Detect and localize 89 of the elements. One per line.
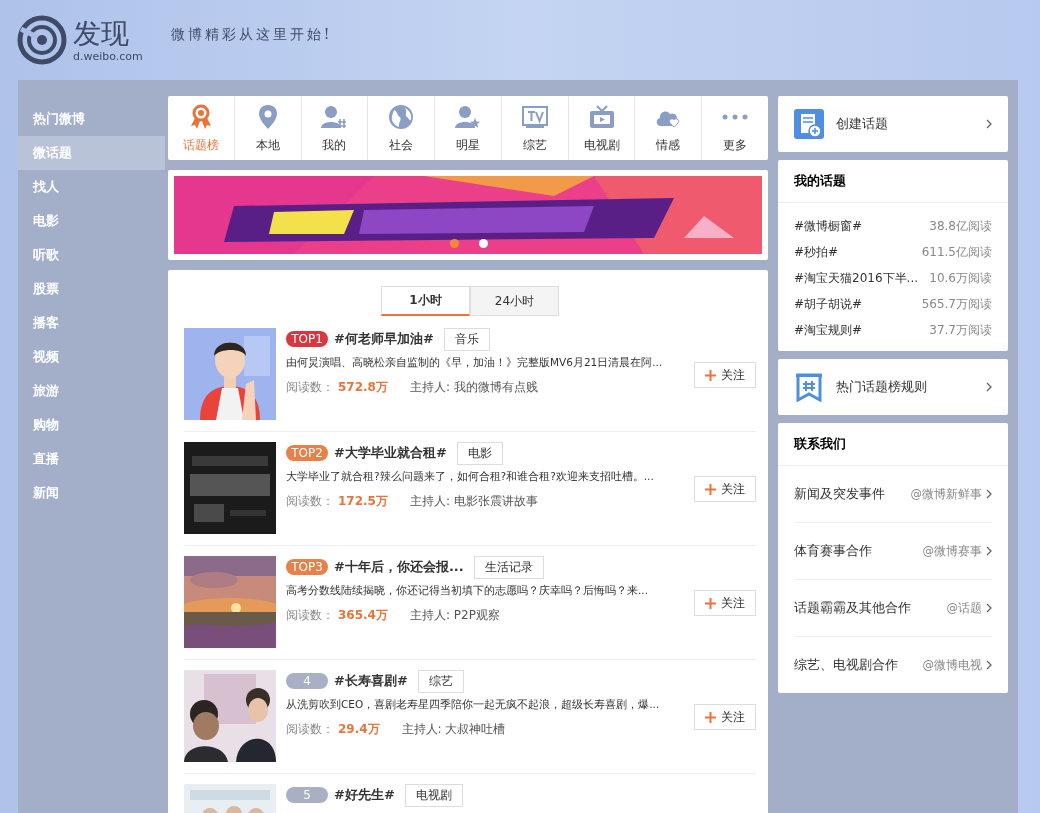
location-pin-icon xyxy=(257,103,278,130)
topic-title[interactable]: #长寿喜剧# xyxy=(334,672,408,690)
logo-icon xyxy=(17,15,67,65)
topic-description: 大学毕业了就合租?辣么问题来了，如何合租?和谁合租?欢迎来支招吐槽。... xyxy=(286,470,655,484)
reads-count: 565.7万阅读 xyxy=(921,295,992,313)
host-name: 主持人: 大叔神吐槽 xyxy=(401,721,506,738)
follow-button[interactable]: 关注 xyxy=(694,590,756,616)
chevron-icon xyxy=(986,660,992,670)
category-tag: 生活记录 xyxy=(473,555,544,579)
category-tag: 电视剧 xyxy=(404,783,463,807)
reads-label: 阅读数： xyxy=(286,493,334,510)
follow-button[interactable]: 关注 xyxy=(694,362,756,388)
category-tab[interactable]: 电视剧 xyxy=(568,96,636,160)
rank-badge: TOP2 xyxy=(286,445,328,461)
chevron-icon xyxy=(986,489,992,499)
topic-link[interactable]: #淘宝规则# xyxy=(794,321,863,339)
topic-link[interactable]: #淘宝天猫2016下半... xyxy=(794,269,919,287)
category-tab[interactable]: 更多 xyxy=(702,96,769,160)
topic-description: 由何炅演唱、高晓松亲自监制的《早，加油！》完整版MV6月21日清晨在阿... xyxy=(286,356,664,370)
globe-icon xyxy=(388,103,415,130)
reads-label: 阅读数： xyxy=(286,721,334,738)
reads-count: 29.4万 xyxy=(338,721,380,738)
follow-button[interactable]: 关注 xyxy=(694,704,756,730)
category-tab[interactable]: 我的 xyxy=(301,96,369,160)
topic-description: 从洗剪吹到CEO，喜剧老寿星四季陪你一起无疯不起浪，超级长寿喜剧，爆... xyxy=(286,698,661,712)
topic-title[interactable]: #何老师早加油# xyxy=(334,330,434,348)
topic-title[interactable]: #好先生# xyxy=(334,786,395,804)
rules-link[interactable]: 热门话题榜规则 xyxy=(778,359,1008,415)
category-tag: 音乐 xyxy=(443,327,490,351)
reads-label: 阅读数： xyxy=(286,379,334,396)
logo-domain: d.weibo.com xyxy=(73,49,143,63)
contact-link[interactable]: 话题霸霸及其他合作 @话题 xyxy=(794,580,992,637)
plus-icon xyxy=(705,483,716,495)
tv-icon xyxy=(521,105,548,128)
category-tag: 电影 xyxy=(456,441,503,465)
host-name: 主持人: P2P观察 xyxy=(409,607,500,624)
hash-bookmark-icon xyxy=(794,372,824,402)
more-icon xyxy=(722,113,749,120)
reads-count: 572.8万 xyxy=(338,379,388,396)
user-hash-icon xyxy=(321,104,348,129)
contact-link[interactable]: 体育赛事合作 @微博赛事 xyxy=(794,523,992,580)
reads-count: 611.5亿阅读 xyxy=(921,243,992,261)
topic-title[interactable]: #大学毕业就合租# xyxy=(334,444,447,462)
host-name: 主持人: 我的微博有点贱 xyxy=(409,379,538,396)
topic-link[interactable]: #微博橱窗# xyxy=(794,217,863,235)
contact-link[interactable]: 综艺、电视剧合作 @微博电视 xyxy=(794,637,992,693)
tv-icon xyxy=(588,104,615,129)
topic-link[interactable]: #秒拍# xyxy=(794,243,839,261)
reads-count: 365.4万 xyxy=(338,607,388,624)
time-tab[interactable]: 1小时 xyxy=(381,286,470,316)
host-name: 主持人: 电影张震讲故事 xyxy=(409,493,538,510)
document-plus-icon xyxy=(794,109,824,139)
chevron-icon xyxy=(986,603,992,613)
category-tab[interactable]: 本地 xyxy=(234,96,302,160)
reads-count: 38.8亿阅读 xyxy=(929,217,992,235)
chevron-icon xyxy=(986,119,992,129)
chevron-icon xyxy=(986,546,992,556)
category-tab[interactable]: 明星 xyxy=(435,96,502,160)
category-tab[interactable]: 情感 xyxy=(635,96,703,160)
plus-icon xyxy=(705,597,716,609)
logo-title: 发现 xyxy=(73,17,130,50)
ribbon-icon xyxy=(188,103,213,130)
follow-button[interactable]: 关注 xyxy=(694,476,756,502)
slogan: 微博精彩从这里开始! xyxy=(170,26,333,44)
rank-badge: 4 xyxy=(286,673,328,689)
reads-count: 172.5万 xyxy=(338,493,388,510)
carousel-dot[interactable] xyxy=(479,239,488,248)
rank-badge: TOP1 xyxy=(286,331,328,347)
topic-description: 高考分数线陆续揭晓，你还记得当初填下的志愿吗？庆幸吗？后悔吗？来... xyxy=(286,584,649,598)
rank-badge: TOP3 xyxy=(286,559,328,575)
reads-count: 37.7万阅读 xyxy=(929,321,992,339)
category-tab[interactable]: 社会 xyxy=(368,96,436,160)
reads-label: 阅读数： xyxy=(286,607,334,624)
user-star-icon xyxy=(455,104,481,129)
section-title: 联系我们 xyxy=(778,423,1008,466)
rank-badge: 5 xyxy=(286,787,328,803)
create-topic-link[interactable]: 创建话题 xyxy=(778,96,1008,152)
topic-title[interactable]: #十年后，你还会报... xyxy=(334,558,464,576)
time-tab[interactable]: 24小时 xyxy=(470,286,559,316)
category-tab[interactable]: 综艺 xyxy=(501,96,569,160)
reads-count: 10.6万阅读 xyxy=(929,269,992,287)
section-title: 我的话题 xyxy=(778,160,1008,203)
category-tag: 综艺 xyxy=(417,669,464,693)
carousel-dot[interactable] xyxy=(450,239,459,248)
topic-link[interactable]: #胡子胡说# xyxy=(794,295,863,313)
chevron-icon xyxy=(986,382,992,392)
contact-link[interactable]: 新闻及突发事件 @微博新鲜事 xyxy=(794,466,992,523)
plus-icon xyxy=(705,369,716,381)
plus-icon xyxy=(705,711,716,723)
